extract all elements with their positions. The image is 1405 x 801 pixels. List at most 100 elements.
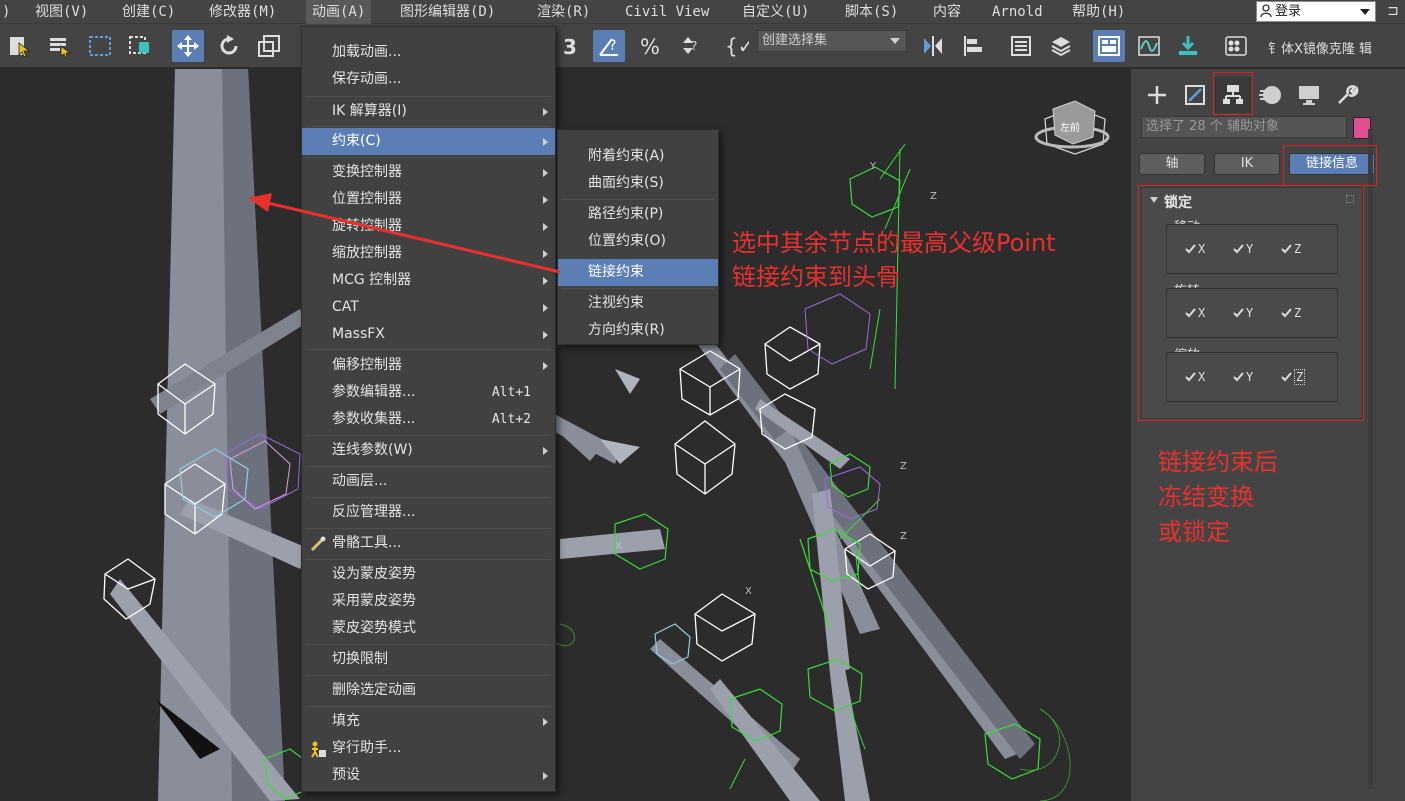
menu-item-presets[interactable]: 预设 — [302, 762, 555, 789]
menu-item-path-constraint[interactable]: 路径约束(P) — [558, 201, 718, 228]
material-editor-icon — [1225, 36, 1247, 56]
menu-item-bone-tools[interactable]: 骨骼工具... — [302, 530, 555, 557]
angle-snap-button[interactable]: ? — [593, 30, 625, 62]
bone — [830, 669, 870, 801]
menu-item-orientation-constraint[interactable]: 方向约束(R) — [558, 317, 718, 344]
menu-separator — [306, 497, 551, 498]
menu-item-lookat-constraint[interactable]: 注视约束 — [558, 290, 718, 317]
ribbon-toggle-button[interactable] — [1093, 30, 1125, 62]
menu-item-surface-constraint[interactable]: 曲面约束(S) — [558, 170, 718, 197]
svg-text:Z: Z — [930, 191, 937, 202]
menu-item-skin-pose-mode[interactable]: 蒙皮姿势模式 — [302, 615, 555, 642]
named-selection-button[interactable]: {✓ — [721, 30, 753, 62]
menu-item-toggle-limits[interactable]: 切换限制 — [302, 646, 555, 673]
menu-item-parameter-editor[interactable]: 参数编辑器... Alt+1 — [302, 379, 555, 406]
select-and-scale-button[interactable] — [253, 30, 285, 62]
bone-column-shade — [222, 69, 285, 801]
schematic-view-button[interactable] — [1172, 30, 1204, 62]
submenu-arrow-icon — [543, 223, 548, 231]
menu-item-delete-selected-animation[interactable]: 删除选定动画 — [302, 677, 555, 704]
menu-item-load-animation[interactable]: 加载动画... — [302, 39, 555, 66]
submenu-arrow-icon — [543, 362, 548, 370]
annotation-link-to-head: 链接约束到头骨 — [732, 263, 900, 291]
tab-motion[interactable] — [1253, 77, 1289, 113]
menu-content[interactable]: 内容 — [927, 0, 967, 24]
tab-display[interactable] — [1291, 77, 1327, 113]
menu-item-scale-controllers[interactable]: 缩放控制器 — [302, 240, 555, 267]
submenu-arrow-icon — [543, 138, 548, 146]
menu-item-cat[interactable]: CAT — [302, 294, 555, 321]
menu-customize[interactable]: 自定义(U) — [736, 0, 815, 24]
menu-item-position-controllers[interactable]: 位置控制器 — [302, 186, 555, 213]
menu-item-position-constraint[interactable]: 位置约束(O) — [558, 228, 718, 255]
submenu-arrow-icon — [543, 196, 548, 204]
selection-set-dropdown[interactable]: 创建选择集 — [757, 30, 907, 52]
menu-item-transform-controllers[interactable]: 变换控制器 — [302, 159, 555, 186]
menu-item-assume-skin-pose[interactable]: 采用蒙皮姿势 — [302, 588, 555, 615]
spinner-snap-button[interactable]: ? — [673, 30, 705, 62]
menu-item-offset-controllers[interactable]: 偏移控制器 — [302, 352, 555, 379]
mirror-button[interactable] — [917, 30, 949, 62]
svg-text:?: ? — [691, 39, 697, 53]
menu-item-rotation-controllers[interactable]: 旋转控制器 — [302, 213, 555, 240]
script-label[interactable]: 钅体X镜像克隆 辑 — [1268, 38, 1372, 57]
align-button[interactable] — [957, 30, 989, 62]
menu-item-ik-solvers[interactable]: IK 解算器(I) — [302, 98, 555, 125]
menu-separator — [306, 706, 551, 707]
shortcut-label: Alt+2 — [491, 412, 531, 427]
menu-item-parameter-collector[interactable]: 参数收集器... Alt+2 — [302, 406, 555, 433]
tab-create[interactable] — [1139, 77, 1175, 113]
select-and-rotate-button[interactable] — [213, 30, 245, 62]
login-dropdown[interactable]: 登录 — [1256, 1, 1376, 22]
selection-name-field[interactable]: 选择了 28 个 辅助对象 — [1141, 116, 1347, 138]
snap-3d-icon: 3 — [563, 35, 577, 58]
command-panel-scrollbar[interactable] — [1368, 129, 1373, 789]
menu-item-wire-parameters[interactable]: 连线参数(W) — [302, 437, 555, 464]
menu-animation[interactable]: 动画(A) — [306, 0, 372, 24]
menu-prev-fragment[interactable]: ) — [0, 0, 16, 24]
menu-item-reaction-manager[interactable]: 反应管理器... — [302, 499, 555, 526]
menu-create[interactable]: 创建(C) — [116, 0, 181, 24]
menu-view[interactable]: 视图(V) — [29, 0, 94, 24]
material-editor-button[interactable] — [1220, 30, 1252, 62]
menu-item-animation-layers[interactable]: 动画层... — [302, 468, 555, 495]
user-icon — [1260, 4, 1272, 18]
pivot-button[interactable]: 轴 — [1139, 153, 1205, 175]
curve-editor-button[interactable] — [1133, 30, 1165, 62]
menu-graph-editors[interactable]: 图形编辑器(D) — [394, 0, 501, 24]
menu-rendering[interactable]: 渲染(R) — [531, 0, 596, 24]
menu-item-attachment-constraint[interactable]: 附着约束(A) — [558, 143, 718, 170]
snap-toggle-button[interactable]: 3 — [555, 30, 587, 62]
submenu-arrow-icon — [543, 277, 548, 285]
menu-item-save-animation[interactable]: 保存动画... — [302, 66, 555, 93]
window-crossing-button[interactable] — [124, 30, 156, 62]
tab-modify[interactable] — [1177, 77, 1213, 113]
braces-icon: {✓ — [725, 34, 749, 58]
menu-help[interactable]: 帮助(H) — [1066, 0, 1131, 24]
menu-item-set-as-skin-pose[interactable]: 设为蒙皮姿势 — [302, 561, 555, 588]
menu-item-populate[interactable]: 填充 — [302, 708, 555, 735]
menu-arnold[interactable]: Arnold — [986, 0, 1049, 24]
percent-snap-button[interactable]: % — [634, 30, 666, 62]
minimize-icon[interactable]: ⊐ — [1385, 1, 1401, 21]
layer-explorer-button[interactable] — [1045, 30, 1077, 62]
select-object-button[interactable] — [4, 30, 36, 62]
rect-selection-region-button[interactable] — [84, 30, 116, 62]
tab-utilities[interactable] — [1329, 77, 1365, 113]
select-by-name-button[interactable] — [44, 30, 76, 62]
menu-civil-view[interactable]: Civil View — [619, 0, 715, 24]
menu-item-constraints[interactable]: 约束(C) — [302, 128, 555, 155]
menu-modifiers[interactable]: 修改器(M) — [203, 0, 282, 24]
move-icon — [177, 35, 199, 57]
menu-item-walkthrough-assistant[interactable]: 穿行助手... — [302, 735, 555, 762]
select-and-move-button[interactable] — [172, 30, 204, 62]
menu-item-massfx[interactable]: MassFX — [302, 321, 555, 348]
menu-item-mcg-controllers[interactable]: MCG 控制器 — [302, 267, 555, 294]
menu-item-link-constraint[interactable]: 链接约束 — [558, 259, 718, 286]
scene-explorer-button[interactable] — [1005, 30, 1037, 62]
bone-tools-icon — [310, 536, 326, 552]
ik-button[interactable]: IK — [1214, 153, 1280, 175]
svg-text:?: ? — [609, 38, 616, 54]
menu-scripting[interactable]: 脚本(S) — [839, 0, 904, 24]
svg-text:Z: Z — [900, 531, 907, 542]
